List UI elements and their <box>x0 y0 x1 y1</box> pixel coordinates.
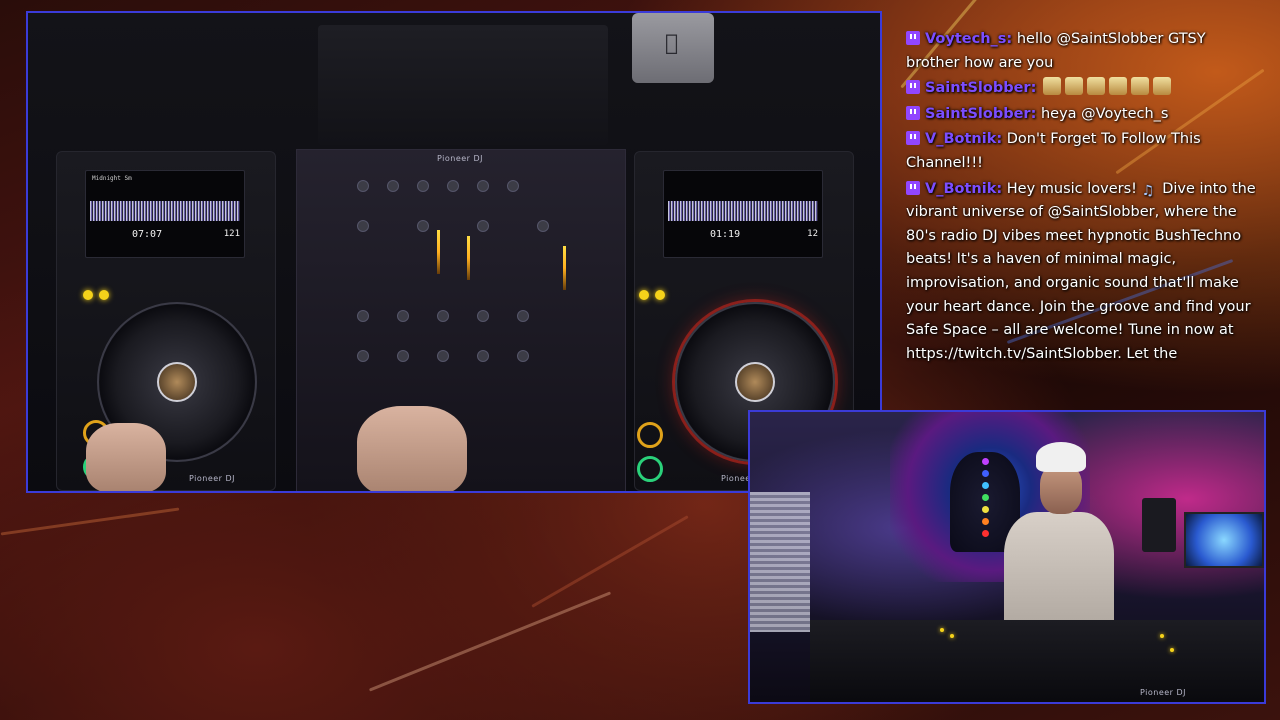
chat-emote-icon <box>1086 77 1105 96</box>
mixer-knob <box>357 310 369 322</box>
controller-led <box>950 634 954 638</box>
mixer-brand: Pioneer DJ <box>437 154 484 163</box>
mixer-knob <box>437 310 449 322</box>
mixer-knob <box>477 220 489 232</box>
left-track-title: Midnight Sm <box>92 175 132 182</box>
mixer-knob <box>437 350 449 362</box>
mixer-knob <box>357 220 369 232</box>
left-waveform <box>90 201 240 221</box>
chat-username: SaintSlobber: <box>925 80 1037 97</box>
mixer-knob <box>397 310 409 322</box>
twitch-icon <box>906 180 920 195</box>
level-meter <box>563 246 566 290</box>
chakra-dot <box>982 506 989 513</box>
twitch-icon <box>906 131 920 146</box>
chat-message: V_Botnik: Don't Forget To Follow This Ch… <box>906 128 1256 175</box>
twitch-chat-overlay: Voytech_s: hello @SaintSlobber GTSY brot… <box>906 28 1256 412</box>
right-waveform <box>668 201 818 221</box>
dj-controller-desk: Pioneer DJ <box>810 620 1264 702</box>
mixer-knob <box>357 180 369 192</box>
chakra-dot <box>982 518 989 525</box>
chat-username: SaintSlobber: <box>925 105 1037 122</box>
window-blinds <box>750 492 810 632</box>
jog-center-display <box>735 362 775 402</box>
chat-emote-icon <box>1108 77 1127 96</box>
mixer-knob <box>477 310 489 322</box>
chat-message: SaintSlobber: heya @Voytech_s <box>906 103 1256 127</box>
right-bpm-display: 12 <box>807 229 818 239</box>
studio-monitor-speaker <box>1142 498 1176 552</box>
chat-username: Voytech_s: <box>925 31 1013 47</box>
mixer-knob <box>417 180 429 192</box>
right-play-button <box>637 456 663 482</box>
dj-hand <box>357 406 467 491</box>
twitch-icon <box>906 31 920 45</box>
left-bpm-display: 121 <box>223 229 240 239</box>
music-note-icon: ♫ <box>1141 182 1155 199</box>
background-streak <box>0 507 180 536</box>
dj-mixer: Pioneer DJ <box>296 149 626 491</box>
chakra-dot <box>982 458 989 465</box>
chakra-dot <box>982 482 989 489</box>
chat-text: heya @Voytech_s <box>1040 105 1169 122</box>
chat-emote-icon <box>1130 77 1149 96</box>
chat-message: V_Botnik: Hey music lovers! ♫ Dive into … <box>906 178 1256 367</box>
chakra-dot <box>982 530 989 537</box>
mixer-knob <box>507 180 519 192</box>
chakra-dot <box>982 494 989 501</box>
desk-brand: Pioneer DJ <box>1140 688 1187 697</box>
chat-username: V_Botnik: <box>925 180 1003 197</box>
controller-led <box>1160 634 1164 638</box>
hot-cue-pad <box>639 290 649 300</box>
chat-emote-icon <box>1042 77 1061 96</box>
controller-led <box>940 628 944 632</box>
chat-emote-icon <box>1064 77 1083 96</box>
chat-username: V_Botnik: <box>925 131 1003 148</box>
jog-center-display <box>157 362 197 402</box>
chakra-dot <box>982 470 989 477</box>
effects-unit <box>318 25 608 145</box>
mixer-knob <box>517 310 529 322</box>
chat-text: Dive into the vibrant universe of @Saint… <box>906 180 1256 362</box>
computer-monitor <box>1184 512 1264 568</box>
background-streak <box>368 591 612 692</box>
mixer-knob <box>357 350 369 362</box>
right-time-display: 01:19 <box>710 229 741 240</box>
chat-message: Voytech_s: hello @SaintSlobber GTSY brot… <box>906 28 1256 75</box>
person-cap <box>1036 442 1086 472</box>
left-player-screen: Midnight Sm 07:07 121 <box>85 170 245 258</box>
controller-led <box>1170 648 1174 652</box>
mixer-knob <box>447 180 459 192</box>
mixer-knob <box>517 350 529 362</box>
mixer-knob <box>417 220 429 232</box>
twitch-icon <box>906 105 920 120</box>
chat-text: Hey music lovers! <box>1006 180 1137 197</box>
right-cue-button <box>637 422 663 448</box>
webcam-view: Pioneer DJ <box>748 410 1266 704</box>
hot-cue-pad <box>655 290 665 300</box>
mixer-knob <box>477 180 489 192</box>
mixer-knob <box>537 220 549 232</box>
twitch-icon <box>906 80 920 95</box>
apple-logo-icon:  <box>665 31 678 56</box>
mac-mini:  <box>632 13 714 83</box>
dj-hand <box>86 423 166 491</box>
mixer-knob <box>397 350 409 362</box>
left-time-display: 07:07 <box>132 229 163 240</box>
chat-message: SaintSlobber: <box>906 77 1256 101</box>
mixer-knob <box>387 180 399 192</box>
hot-cue-pad <box>99 290 109 300</box>
level-meter <box>467 236 470 280</box>
chat-emote-icon <box>1152 77 1171 96</box>
mixer-knob <box>477 350 489 362</box>
hot-cue-pad <box>83 290 93 300</box>
left-player-brand: Pioneer DJ <box>189 474 236 483</box>
right-player-screen: 01:19 12 <box>663 170 823 258</box>
level-meter <box>437 230 440 274</box>
